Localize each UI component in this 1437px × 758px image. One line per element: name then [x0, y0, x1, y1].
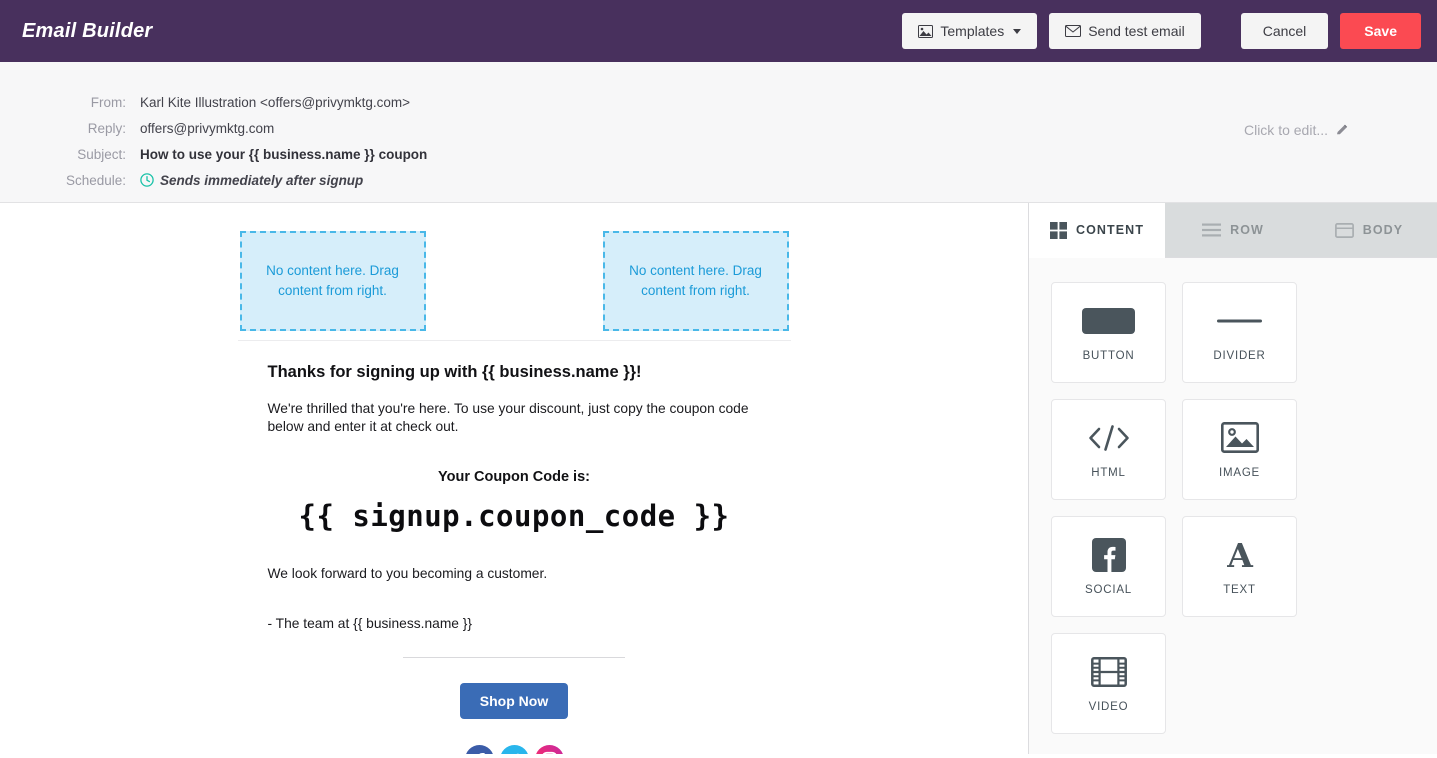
facebook-icon[interactable] — [465, 745, 494, 754]
tile-text-label: TEXT — [1223, 584, 1256, 596]
email-paragraph-1: We're thrilled that you're here. To use … — [268, 400, 761, 435]
builder-sidebar: CONTENT ROW BODY BUTTON DIVIDER — [1028, 203, 1437, 754]
grid-icon — [1050, 222, 1067, 239]
templates-button-label: Templates — [940, 23, 1004, 39]
dropzone-left[interactable]: No content here. Drag content from right… — [240, 231, 426, 331]
save-button[interactable]: Save — [1340, 13, 1421, 49]
templates-button[interactable]: Templates — [902, 13, 1037, 49]
button-icon — [1082, 304, 1135, 338]
email-sheet: No content here. Drag content from right… — [238, 203, 791, 754]
tab-body[interactable]: BODY — [1301, 203, 1437, 258]
meta-row-schedule[interactable]: Schedule: Sends immediately after signup — [0, 167, 427, 193]
image-icon — [1221, 421, 1259, 455]
tab-content[interactable]: CONTENT — [1029, 203, 1165, 258]
dropzone-right[interactable]: No content here. Drag content from right… — [603, 231, 789, 331]
twitter-icon[interactable] — [500, 745, 529, 754]
meta-row-from[interactable]: From: Karl Kite Illustration <offers@pri… — [0, 89, 427, 115]
email-body-block[interactable]: Thanks for signing up with {{ business.n… — [238, 341, 791, 754]
email-heading: Thanks for signing up with {{ business.n… — [268, 363, 761, 382]
tile-html-label: HTML — [1091, 467, 1126, 479]
content-divider — [403, 657, 625, 658]
caret-down-icon — [1013, 29, 1021, 34]
clock-icon — [140, 173, 154, 187]
tile-text[interactable]: A TEXT — [1182, 516, 1297, 617]
rows-icon — [1202, 223, 1221, 237]
header-actions: Templates Send test email Cancel Save — [902, 13, 1437, 49]
click-to-edit-button[interactable]: Click to edit... — [1244, 122, 1349, 138]
subject-value: How to use your {{ business.name }} coup… — [140, 147, 427, 162]
tile-social[interactable]: SOCIAL — [1051, 516, 1166, 617]
facebook-square-icon — [1092, 538, 1126, 572]
tile-button-label: BUTTON — [1083, 350, 1135, 362]
sidebar-tabs: CONTENT ROW BODY — [1029, 203, 1437, 258]
app-header: Email Builder Templates Send test email … — [0, 0, 1437, 62]
meta-row-reply[interactable]: Reply: offers@privymktg.com — [0, 115, 427, 141]
tile-image-label: IMAGE — [1219, 467, 1260, 479]
divider-icon — [1217, 304, 1262, 338]
envelope-icon — [1065, 25, 1081, 37]
coupon-code: {{ signup.coupon_code }} — [268, 499, 761, 533]
tile-divider[interactable]: DIVIDER — [1182, 282, 1297, 383]
from-label: From: — [0, 95, 140, 110]
schedule-label: Schedule: — [0, 173, 140, 188]
content-tile-grid: BUTTON DIVIDER HTML IMAGE SOCIAL — [1029, 258, 1437, 758]
schedule-text: Sends immediately after signup — [160, 173, 363, 188]
pencil-icon — [1335, 123, 1349, 137]
tile-divider-label: DIVIDER — [1213, 350, 1265, 362]
instagram-icon[interactable] — [535, 745, 564, 754]
page-title: Email Builder — [22, 20, 152, 43]
meta-row-subject[interactable]: Subject: How to use your {{ business.nam… — [0, 141, 427, 167]
email-signoff: - The team at {{ business.name }} — [268, 615, 761, 633]
meta-rows: From: Karl Kite Illustration <offers@pri… — [0, 89, 427, 193]
cancel-button[interactable]: Cancel — [1241, 13, 1329, 49]
tile-image[interactable]: IMAGE — [1182, 399, 1297, 500]
film-icon — [1091, 655, 1127, 689]
image-icon — [918, 25, 933, 38]
social-icon-row — [268, 745, 761, 754]
schedule-value-wrap: Sends immediately after signup — [140, 173, 363, 188]
tab-row-label: ROW — [1230, 223, 1264, 237]
text-a-icon: A — [1223, 538, 1257, 572]
tile-video[interactable]: VIDEO — [1051, 633, 1166, 734]
subject-label: Subject: — [0, 147, 140, 162]
body-rect-icon — [1335, 223, 1354, 238]
shop-now-button[interactable]: Shop Now — [460, 683, 568, 719]
coupon-label: Your Coupon Code is: — [268, 469, 761, 485]
click-to-edit-label: Click to edit... — [1244, 122, 1328, 138]
from-value: Karl Kite Illustration <offers@privymktg… — [140, 95, 410, 110]
tile-html[interactable]: HTML — [1051, 399, 1166, 500]
tab-row[interactable]: ROW — [1165, 203, 1301, 258]
send-test-email-label: Send test email — [1088, 23, 1185, 39]
svg-text:A: A — [1226, 538, 1253, 572]
tile-social-label: SOCIAL — [1085, 584, 1132, 596]
email-meta-panel: From: Karl Kite Illustration <offers@pri… — [0, 62, 1437, 203]
reply-label: Reply: — [0, 121, 140, 136]
tab-content-label: CONTENT — [1076, 223, 1144, 237]
code-icon — [1087, 421, 1131, 455]
email-canvas[interactable]: No content here. Drag content from right… — [0, 203, 1028, 754]
cta-wrap: Shop Now — [268, 683, 761, 719]
tile-video-label: VIDEO — [1089, 701, 1129, 713]
dropzone-row: No content here. Drag content from right… — [238, 231, 791, 331]
send-test-email-button[interactable]: Send test email — [1049, 13, 1201, 49]
reply-value: offers@privymktg.com — [140, 121, 274, 136]
tab-body-label: BODY — [1363, 223, 1404, 237]
tile-button[interactable]: BUTTON — [1051, 282, 1166, 383]
email-paragraph-2: We look forward to you becoming a custom… — [268, 565, 761, 583]
